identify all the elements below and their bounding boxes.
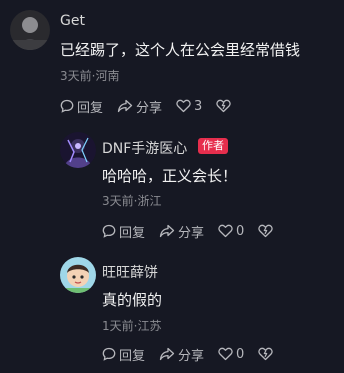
share-icon: [117, 99, 133, 113]
share-button[interactable]: 分享: [117, 97, 162, 116]
avatar[interactable]: [10, 10, 50, 50]
reply-button[interactable]: 回复: [102, 222, 145, 241]
comment-meta: 1天前·江苏: [102, 319, 162, 333]
like-count: 3: [194, 98, 203, 114]
share-label: 分享: [178, 225, 205, 241]
comment-text: 哈哈哈，正义会长！: [102, 167, 238, 185]
reply-button[interactable]: 回复: [102, 345, 145, 364]
comment-actions: 回复 分享 3: [60, 97, 245, 116]
dislike-icon: [258, 347, 274, 361]
reply-icon: [60, 99, 74, 113]
dislike-button[interactable]: [258, 224, 274, 238]
heart-icon: [218, 347, 233, 361]
share-icon: [159, 347, 175, 361]
username[interactable]: DNF手游医心: [102, 138, 187, 158]
share-button[interactable]: 分享: [159, 345, 204, 364]
dislike-icon: [216, 99, 232, 113]
username[interactable]: Get: [60, 13, 85, 29]
reply-label: 回复: [77, 100, 104, 116]
reply-icon: [102, 224, 116, 238]
heart-icon: [218, 224, 233, 238]
reply-icon: [102, 347, 116, 361]
comment-text: 真的假的: [102, 291, 163, 309]
reply-label: 回复: [119, 348, 146, 364]
like-button[interactable]: 3: [176, 99, 202, 114]
comment-reply: DNF手游医心 作者 哈哈哈，正义会长！ 3天前·浙江 回复 分享 0: [0, 125, 344, 250]
like-button[interactable]: 0: [218, 224, 244, 239]
avatar[interactable]: [60, 132, 96, 168]
dislike-icon: [258, 224, 274, 238]
dislike-button[interactable]: [258, 347, 274, 361]
share-button[interactable]: 分享: [159, 222, 204, 241]
author-badge: 作者: [198, 138, 228, 154]
comment-item: Get 已经踢了，这个人在公会里经常借钱 3天前·河南 回复 分享 3: [0, 0, 344, 125]
reply-label: 回复: [119, 225, 146, 241]
comment-actions: 回复 分享 0: [102, 222, 287, 241]
comment-text: 已经踢了，这个人在公会里经常借钱: [60, 41, 301, 59]
comment-actions: 回复 分享 0: [102, 345, 287, 364]
share-label: 分享: [136, 100, 163, 116]
like-count: 0: [236, 223, 245, 239]
share-icon: [159, 224, 175, 238]
comment-meta: 3天前·河南: [60, 69, 120, 83]
reply-button[interactable]: 回复: [60, 97, 103, 116]
like-button[interactable]: 0: [218, 347, 244, 362]
comment-meta: 3天前·浙江: [102, 194, 162, 208]
username[interactable]: 旺旺薛饼: [102, 262, 158, 282]
comment-reply: 旺旺薛饼 真的假的 1天前·江苏 回复 分享 0: [0, 250, 344, 373]
like-count: 0: [236, 346, 245, 362]
dislike-button[interactable]: [216, 99, 232, 113]
heart-icon: [176, 99, 191, 113]
avatar[interactable]: [60, 257, 96, 293]
share-label: 分享: [178, 348, 205, 364]
